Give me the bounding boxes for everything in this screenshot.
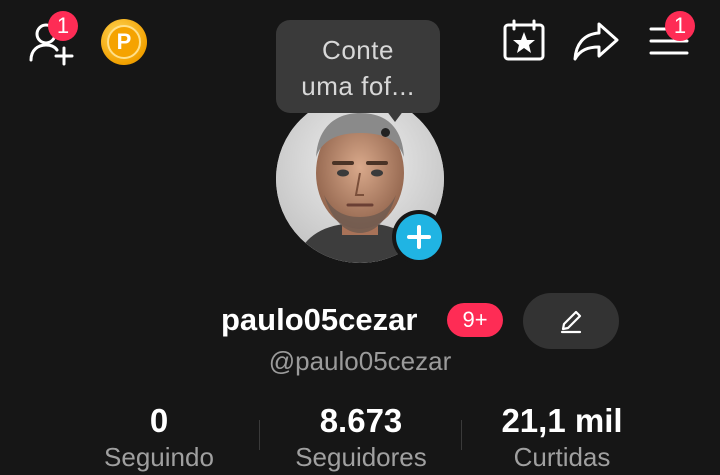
stat-value: 21,1 mil (501, 402, 623, 439)
stat-value: 0 (149, 402, 169, 439)
add-story-button[interactable] (392, 210, 446, 264)
coin-button[interactable]: P (101, 19, 147, 65)
username: paulo05cezar (221, 302, 418, 337)
tooltip-line-1: Conte (322, 35, 394, 65)
stat-label: Seguidores (295, 442, 427, 472)
tooltip-line-2: uma fof... (301, 71, 415, 101)
notification-badge[interactable]: 9+ (447, 303, 503, 337)
calendar-button[interactable] (500, 18, 548, 64)
stat-value: 8.673 (319, 402, 403, 439)
edit-pencil-icon (560, 310, 582, 334)
tooltip-dot (381, 128, 390, 137)
tooltip-tail (386, 110, 404, 122)
stat-followers[interactable]: 8.673 Seguidores (261, 402, 461, 473)
share-icon (573, 22, 619, 61)
story-prompt-tooltip[interactable]: Conte uma fof... (276, 20, 440, 113)
stat-label: Curtidas (513, 442, 611, 472)
menu-badge: 1 (665, 11, 695, 41)
share-button[interactable] (570, 18, 622, 64)
stat-following[interactable]: 0 Seguindo (59, 402, 259, 473)
stat-label: Seguindo (104, 442, 214, 472)
add-friend-badge: 1 (48, 11, 78, 41)
profile-handle: @paulo05cezar (268, 346, 452, 376)
stat-likes[interactable]: 21,1 mil Curtidas (462, 402, 662, 473)
plus-icon (407, 225, 431, 249)
edit-profile-button[interactable] (523, 293, 619, 349)
coin-icon: P (107, 25, 141, 59)
stat-divider (259, 420, 260, 450)
calendar-star-icon (503, 19, 545, 61)
